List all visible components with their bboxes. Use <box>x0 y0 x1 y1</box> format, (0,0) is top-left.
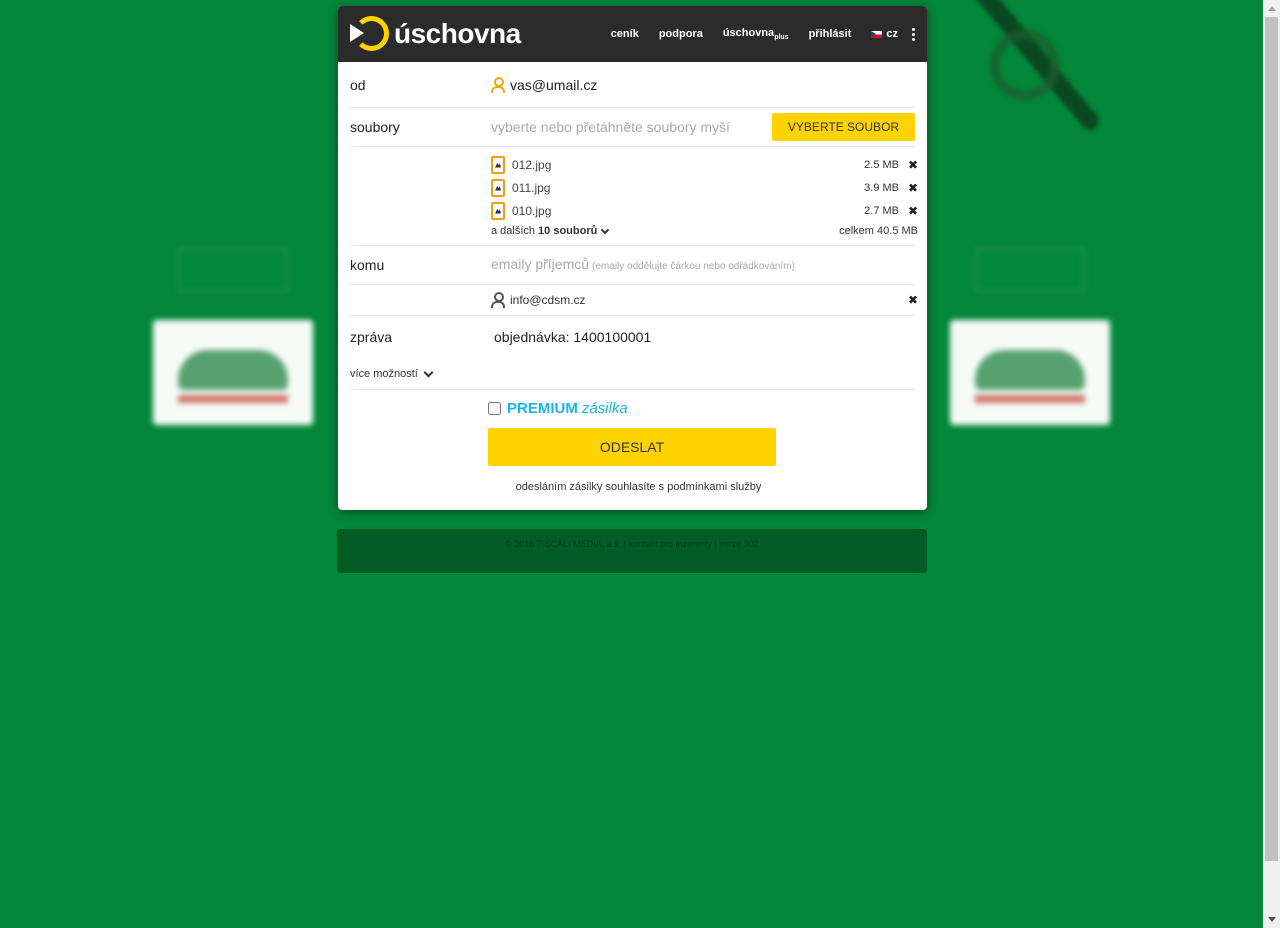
scroll-down-icon[interactable] <box>1268 917 1276 922</box>
file-name: 011.jpg <box>512 180 551 195</box>
sender-field[interactable]: vas@umail.cz <box>491 76 598 93</box>
scrollbar-thumb[interactable] <box>1265 17 1278 861</box>
top-bar: úschovna ceník podpora úschovnaplus přih… <box>338 6 927 62</box>
logo-text: úschovna <box>394 18 521 49</box>
chevron-down-icon <box>423 367 434 377</box>
image-file-icon <box>491 155 505 174</box>
footer-copyright: © 2016 TISCALI MEDIA, a.s. <box>505 539 622 549</box>
image-file-icon <box>491 178 505 197</box>
file-item: 012.jpg 2.5 MB ✖ <box>491 153 918 176</box>
recipients-label: komu <box>350 257 385 273</box>
select-files-button[interactable]: VYBERTE SOUBOR <box>772 113 915 141</box>
sender-email: vas@umail.cz <box>510 76 598 93</box>
side-ad-left[interactable] <box>148 40 318 425</box>
logo-icon <box>350 15 389 53</box>
user-icon <box>491 76 505 93</box>
message-row: zpráva objednávka: 1400100001 <box>350 316 915 358</box>
sender-row: od vas@umail.cz <box>350 62 915 108</box>
user-icon <box>491 292 505 308</box>
upload-form: od vas@umail.cz soubory vyberte nebo pře… <box>338 62 927 493</box>
more-files-count: 10 souborů <box>538 225 598 237</box>
remove-recipient-icon[interactable]: ✖ <box>908 293 918 307</box>
nav-pricing[interactable]: ceník <box>611 28 639 40</box>
terms-note[interactable]: odesláním zásilky souhlasíte s podmínkam… <box>350 481 915 493</box>
upload-card: úschovna ceník podpora úschovnaplus přih… <box>338 6 927 510</box>
file-drop-zone[interactable]: vyberte nebo přetáhněte soubory myší <box>491 119 730 135</box>
image-file-icon <box>491 201 505 220</box>
nav-login[interactable]: přihlásit <box>809 28 852 40</box>
recipients-input[interactable]: emaily příjemců (emaily oddělujte čárkou … <box>491 256 795 274</box>
file-list: 012.jpg 2.5 MB ✖ 011.jpg 3.9 MB ✖ 010.jp… <box>350 147 918 246</box>
premium-checkbox[interactable] <box>488 402 501 415</box>
footer: © 2016 TISCALI MEDIA, a.s. | kontakt pro… <box>337 529 927 573</box>
message-input[interactable]: objednávka: 1400100001 <box>494 329 651 345</box>
language-label: cz <box>886 28 898 40</box>
more-files-toggle[interactable]: a dalších 10 souborů celkem 40.5 MB <box>491 222 918 240</box>
file-name: 010.jpg <box>512 203 552 218</box>
files-label: soubory <box>350 119 400 135</box>
footer-version: verze 902 <box>719 539 759 549</box>
nav-plus-label: úschovna <box>722 26 775 39</box>
chevron-down-icon <box>601 225 610 234</box>
main-nav: ceník podpora úschovnaplus přihlásit cz <box>591 6 915 62</box>
send-button[interactable]: ODESLAT <box>488 428 776 466</box>
files-total-size: celkem 40.5 MB <box>839 225 918 237</box>
more-files-prefix: a dalších <box>491 225 536 237</box>
nav-plus-sub: plus <box>774 34 789 42</box>
files-row: soubory vyberte nebo přetáhněte soubory … <box>350 108 915 147</box>
language-switch[interactable]: cz <box>871 28 898 40</box>
more-options-label: více možností <box>350 367 418 380</box>
czech-flag-icon <box>871 30 883 38</box>
file-size: 3.9 MB <box>864 181 899 194</box>
file-size: 2.5 MB <box>864 158 899 171</box>
recipients-row: komu emaily příjemců (emaily oddělujte čá… <box>350 246 915 285</box>
file-name: 012.jpg <box>512 157 552 172</box>
file-size: 2.7 MB <box>864 204 899 217</box>
premium-label: PREMIUM <box>507 400 578 417</box>
message-label: zpráva <box>350 329 393 345</box>
more-menu-icon[interactable] <box>912 27 915 41</box>
footer-contact-link[interactable]: kontakt pro inzerenty <box>628 539 712 549</box>
premium-option[interactable]: PREMIUM zásilka <box>488 400 915 417</box>
file-item: 011.jpg 3.9 MB ✖ <box>491 176 918 199</box>
file-item: 010.jpg 2.7 MB ✖ <box>491 199 918 222</box>
remove-file-icon[interactable]: ✖ <box>908 158 918 172</box>
recipients-placeholder: emaily příjemců <box>491 256 590 272</box>
sender-label: od <box>350 76 366 93</box>
recipient-item: info@cdsm.cz ✖ <box>350 285 918 316</box>
nav-support[interactable]: podpora <box>659 28 703 40</box>
nav-plus[interactable]: úschovnaplus <box>723 27 789 41</box>
background-decoration <box>930 0 1110 170</box>
premium-label-suffix: zásilka <box>581 400 628 417</box>
logo[interactable]: úschovna <box>350 15 521 53</box>
scroll-up-icon[interactable] <box>1268 6 1276 11</box>
remove-file-icon[interactable]: ✖ <box>908 181 918 195</box>
recipient-email: info@cdsm.cz <box>510 293 586 307</box>
more-options-toggle[interactable]: více možností <box>350 358 915 390</box>
vertical-scrollbar[interactable] <box>1263 0 1280 928</box>
remove-file-icon[interactable]: ✖ <box>908 204 918 218</box>
recipients-hint: (emaily oddělujte čárkou nebo odřádkován… <box>592 261 795 272</box>
